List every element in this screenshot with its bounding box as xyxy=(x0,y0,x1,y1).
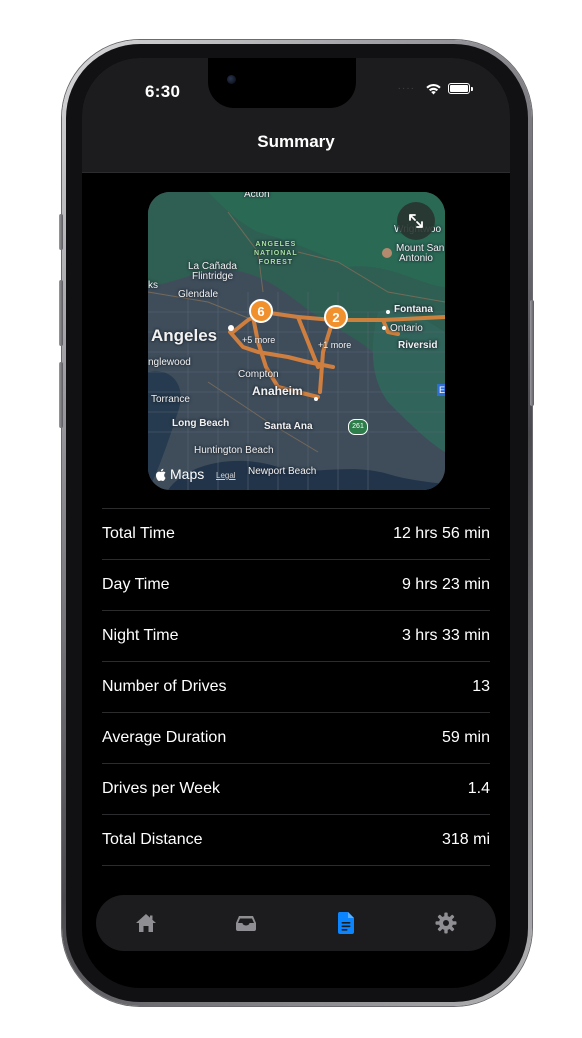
tab-drives[interactable] xyxy=(226,903,266,943)
map-label-long-beach: Long Beach xyxy=(172,418,230,429)
stat-label: Number of Drives xyxy=(102,678,227,695)
map-label-inglewood: nglewood xyxy=(148,357,191,368)
stat-label: Average Duration xyxy=(102,729,227,746)
map-label-torrance: Torrance xyxy=(151,394,190,405)
stat-label: Night Time xyxy=(102,627,179,644)
stat-label: Total Distance xyxy=(102,831,203,848)
stat-value: 3 hrs 33 min xyxy=(401,627,490,644)
map-view[interactable]: Acton ANGELES NATIONAL FOREST Wrightwoo … xyxy=(148,192,445,490)
tray-icon xyxy=(236,916,256,931)
tab-summary[interactable] xyxy=(326,903,366,943)
map-label-acton: Acton xyxy=(244,192,270,200)
app-screen: 6:30 ···· Summary Acton ANGELES NATIONAL… xyxy=(82,58,510,988)
stat-row-total-time: Total Time 12 hrs 56 min xyxy=(102,509,490,560)
gear-icon xyxy=(435,912,457,934)
map-label-glendale: Glendale xyxy=(178,289,219,300)
map-label-huntington-beach: Huntington Beach xyxy=(194,445,274,456)
stat-value: 1.4 xyxy=(467,780,490,797)
cluster-more-label: +1 more xyxy=(318,340,352,350)
navigation-bar: 6:30 ···· Summary xyxy=(82,58,510,173)
map-label-fontana: Fontana xyxy=(394,304,433,315)
action-button xyxy=(59,214,63,250)
status-time: 6:30 xyxy=(145,82,181,101)
stat-row-drives-per-week: Drives per Week 1.4 xyxy=(102,764,490,815)
map-label-ks: ks xyxy=(148,280,158,291)
map-label-anaheim: Anaheim xyxy=(252,384,303,398)
stat-value: 59 min xyxy=(441,729,490,746)
stat-row-total-distance: Total Distance 318 mi xyxy=(102,815,490,866)
stat-label: Day Time xyxy=(102,576,170,593)
front-camera xyxy=(227,75,236,84)
tab-settings[interactable] xyxy=(426,903,466,943)
map-label-ontario: Ontario xyxy=(390,323,423,334)
maps-text: Maps xyxy=(170,466,205,482)
map-label-newport-beach: Newport Beach xyxy=(248,466,317,477)
wifi-icon xyxy=(426,84,441,95)
map-label-e-box: E xyxy=(437,384,445,396)
cellular-signal-dots: ···· xyxy=(397,83,415,94)
forest-line-1: ANGELES xyxy=(255,241,297,248)
cluster-more-label: +5 more xyxy=(242,335,276,345)
stat-value: 9 hrs 23 min xyxy=(401,576,490,593)
map-cluster-2[interactable]: 2 xyxy=(324,305,348,329)
map-label-forest: ANGELES NATIONAL FOREST xyxy=(254,240,298,267)
apple-logo-icon xyxy=(156,468,166,481)
map-label-la-canada: La Cañada Flintridge xyxy=(188,262,237,282)
stat-label: Total Time xyxy=(102,525,175,542)
la-canada-line-2: Flintridge xyxy=(192,271,234,282)
map-cluster-6[interactable]: 6 xyxy=(249,299,273,323)
stat-row-day-time: Day Time 9 hrs 23 min xyxy=(102,560,490,611)
house-icon xyxy=(136,914,156,932)
page-title: Summary xyxy=(257,132,335,151)
power-button xyxy=(530,300,534,406)
map-label-compton: Compton xyxy=(238,369,279,380)
stat-row-night-time: Night Time 3 hrs 33 min xyxy=(102,611,490,662)
stat-row-average-duration: Average Duration 59 min xyxy=(102,713,490,764)
stat-value: 12 hrs 56 min xyxy=(393,525,490,542)
expand-arrows-icon xyxy=(409,214,423,228)
summary-stats-list: Total Time 12 hrs 56 min Day Time 9 hrs … xyxy=(102,508,490,866)
tab-bar xyxy=(96,895,496,951)
battery-level xyxy=(450,85,468,92)
apple-maps-attribution: Maps xyxy=(156,466,204,482)
stat-value: 13 xyxy=(472,678,490,695)
document-icon xyxy=(337,912,354,934)
map-label-angeles: Angeles xyxy=(151,326,218,345)
stat-value: 318 mi xyxy=(441,831,490,848)
mount-san-antonio-line-2: Antonio xyxy=(399,253,433,264)
volume-up-button xyxy=(59,280,63,346)
volume-down-button xyxy=(59,362,63,428)
battery-icon xyxy=(448,83,473,94)
forest-line-3: FOREST xyxy=(258,259,294,266)
status-icons: ···· xyxy=(397,82,473,95)
expand-map-button[interactable] xyxy=(397,202,435,240)
forest-line-2: NATIONAL xyxy=(254,250,298,257)
highway-shield: 261 xyxy=(348,419,368,435)
legal-link[interactable]: Legal xyxy=(216,471,236,480)
tab-home[interactable] xyxy=(126,903,166,943)
map-label-mount-san-antonio: Mount San Antonio xyxy=(396,244,444,264)
stat-label: Drives per Week xyxy=(102,780,220,797)
stat-row-number-of-drives: Number of Drives 13 xyxy=(102,662,490,713)
map-label-riverside: Riversid xyxy=(398,340,438,351)
map-label-santa-ana: Santa Ana xyxy=(264,421,313,432)
peak-icon xyxy=(382,248,392,258)
